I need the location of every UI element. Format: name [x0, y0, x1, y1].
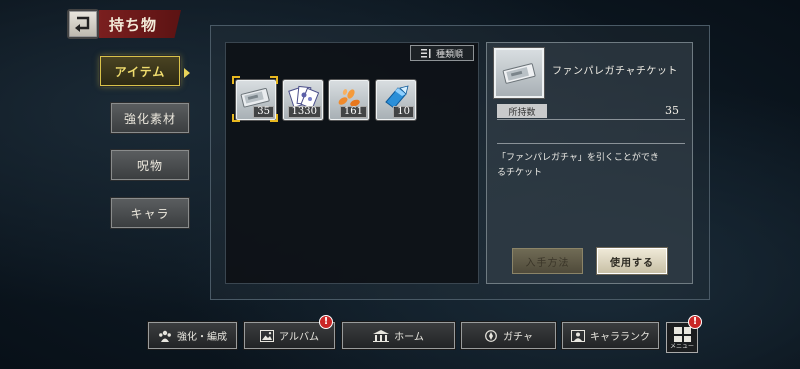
- selection-corner: [232, 76, 240, 84]
- selection-corner: [270, 114, 278, 122]
- item-list-panel: [225, 42, 479, 284]
- active-tab-arrow-icon: [184, 68, 190, 78]
- nav-chara-rank-button[interactable]: キャラランク: [561, 321, 660, 350]
- album-notification-badge: !: [319, 315, 333, 329]
- back-arrow-icon: [75, 16, 90, 32]
- owned-count-row: 所持数 35: [497, 104, 685, 120]
- sort-icon: [420, 48, 431, 58]
- nav-enhance-formation-button[interactable]: 強化・編成: [147, 321, 238, 350]
- detail-item-image: [494, 48, 544, 98]
- tab-items[interactable]: アイテム: [99, 55, 181, 87]
- nav-label: アルバム: [279, 332, 319, 343]
- selection-corner: [270, 76, 278, 84]
- back-button[interactable]: [67, 9, 99, 39]
- chara-rank-icon: [571, 329, 585, 342]
- nav-label: キャラランク: [590, 332, 650, 343]
- owned-count-label: 所持数: [497, 104, 547, 118]
- team-icon: [159, 330, 171, 342]
- menu-label: メニュー: [669, 343, 694, 350]
- item-slot-playing-cards[interactable]: 1330: [283, 80, 323, 120]
- detail-item-name: ファンパレガチャチケット: [552, 66, 678, 77]
- nav-label: ガチャ: [503, 332, 533, 343]
- item-description: 「ファンパレガチャ」を引くことができ るチケット: [497, 143, 685, 181]
- acquire-method-button[interactable]: 入手方法: [512, 248, 583, 274]
- description-line: 「ファンパレガチャ」を引くことができ: [497, 153, 659, 163]
- tab-cursed-objects[interactable]: 呪物: [110, 149, 190, 181]
- item-count: 1330: [287, 106, 321, 118]
- nav-label: 強化・編成: [177, 332, 227, 343]
- nav-home-button[interactable]: ホーム: [341, 321, 456, 350]
- gacha-icon: [485, 329, 497, 342]
- menu-grid-icon: [674, 327, 691, 342]
- use-button[interactable]: 使用する: [597, 248, 667, 274]
- tab-characters[interactable]: キャラ: [110, 197, 190, 229]
- selection-corner: [232, 114, 240, 122]
- owned-count-value: 35: [665, 104, 679, 117]
- description-line: るチケット: [497, 168, 543, 178]
- item-slot-orange-petals[interactable]: 161: [329, 80, 369, 120]
- nav-gacha-button[interactable]: ガチャ: [460, 321, 557, 350]
- home-icon: [373, 329, 390, 342]
- gacha-ticket-icon: [502, 63, 536, 84]
- tab-enhance-materials[interactable]: 強化素材: [110, 102, 190, 134]
- nav-label: ホーム: [394, 332, 424, 343]
- album-icon: [260, 329, 275, 342]
- page-title: 持ち物: [99, 10, 181, 38]
- item-count: 161: [339, 106, 367, 118]
- sort-label: 種類順: [435, 49, 463, 60]
- sort-button[interactable]: 種類順: [410, 45, 474, 61]
- item-count: 10: [393, 106, 414, 118]
- menu-notification-badge: !: [688, 315, 702, 329]
- item-slot-blue-crystal[interactable]: 10: [376, 80, 416, 120]
